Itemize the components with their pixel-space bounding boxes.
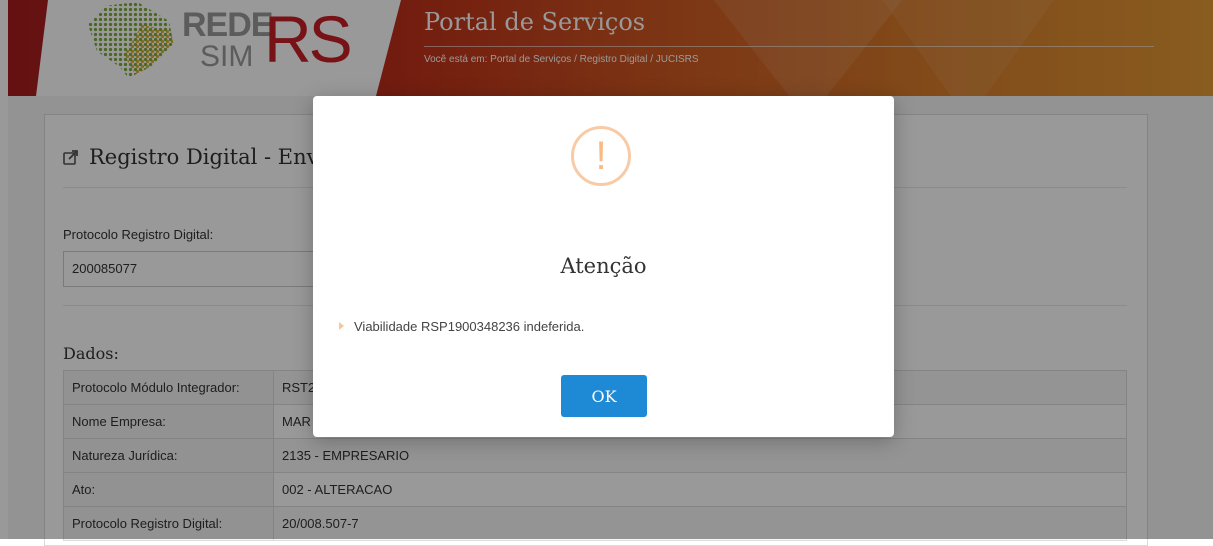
exclamation-glyph: ! xyxy=(595,134,607,178)
caret-right-icon xyxy=(339,322,344,330)
exclamation-icon: ! xyxy=(571,126,631,186)
dialog-message: Viabilidade RSP1900348236 indeferida. xyxy=(339,319,584,334)
dialog-title: Atenção xyxy=(560,254,647,278)
alert-dialog: ! Atenção Viabilidade RSP1900348236 inde… xyxy=(313,96,894,437)
ok-button[interactable]: OK xyxy=(561,375,647,417)
dialog-message-text: Viabilidade RSP1900348236 indeferida. xyxy=(354,319,585,334)
